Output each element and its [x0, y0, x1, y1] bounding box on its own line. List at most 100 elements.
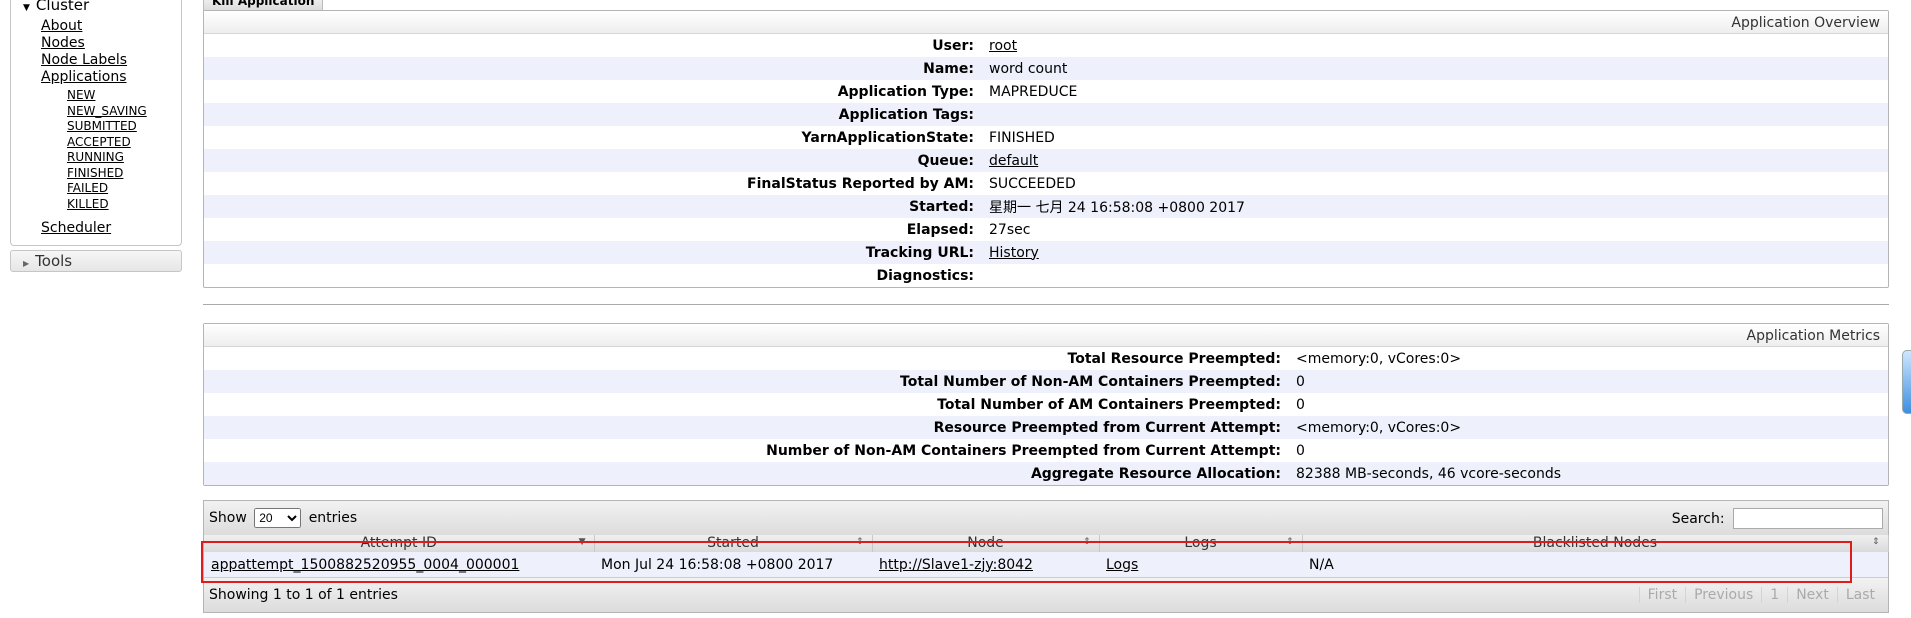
- search-control: Search:: [1671, 507, 1883, 529]
- app-state-finished-link[interactable]: FINISHED: [67, 166, 123, 180]
- attempt-id-link[interactable]: appattempt_1500882520955_0004_000001: [211, 557, 519, 573]
- cluster-label: Cluster: [35, 0, 90, 12]
- next-page-button[interactable]: Next: [1787, 587, 1837, 603]
- metric-value: <memory:0, vCores:0>: [1296, 419, 1462, 436]
- nav-nodes-link[interactable]: Nodes: [41, 35, 85, 51]
- col-blacklisted-label: Blacklisted Nodes: [1532, 535, 1658, 551]
- metrics-row: Total Number of Non-AM Containers Preemp…: [204, 370, 1888, 393]
- queue-link[interactable]: default: [989, 153, 1038, 169]
- table-footer: Showing 1 to 1 of 1 entries First Previou…: [204, 577, 1888, 612]
- nav-node-labels-link[interactable]: Node Labels: [41, 52, 127, 68]
- triangle-down-icon: ▼: [23, 3, 30, 12]
- cluster-menu: About Nodes Node Labels Applications NEW…: [11, 14, 181, 237]
- col-logs[interactable]: Logs ⇕: [1099, 535, 1303, 552]
- pagination: First Previous 1 Next Last: [1638, 587, 1883, 603]
- metric-value: 82388 MB-seconds, 46 vcore-seconds: [1296, 465, 1561, 482]
- application-overview-panel: Application Overview User: root Name: word…: [203, 10, 1889, 288]
- metric-value: 0: [1296, 373, 1305, 390]
- overview-row: Application Type: MAPREDUCE: [204, 80, 1888, 103]
- col-logs-label: Logs: [1184, 535, 1217, 551]
- tracking-url-link[interactable]: History: [989, 245, 1039, 261]
- previous-page-button[interactable]: Previous: [1685, 587, 1762, 603]
- attempts-table-panel: Show 20 entries Search: Attempt ID ▼ Star…: [201, 500, 1889, 613]
- metrics-row: Total Resource Preempted: <memory:0, vCor…: [204, 347, 1888, 370]
- name-value: word count: [989, 60, 1068, 77]
- search-input[interactable]: [1733, 507, 1883, 529]
- metric-value: <memory:0, vCores:0>: [1296, 350, 1462, 367]
- entries-label: entries: [308, 510, 358, 526]
- overview-row: Application Tags:: [204, 103, 1888, 126]
- diagnostics-label: Diagnostics:: [876, 267, 974, 284]
- app-state-submitted-link[interactable]: SUBMITTED: [67, 119, 137, 133]
- app-state-accepted-link[interactable]: ACCEPTED: [67, 135, 131, 149]
- final-status-value: SUCCEEDED: [989, 175, 1076, 192]
- blacklisted-value: N/A: [1309, 556, 1334, 573]
- col-node[interactable]: Node ⇕: [872, 535, 1100, 552]
- elapsed-label: Elapsed:: [906, 221, 974, 238]
- app-state-killed-link[interactable]: KILLED: [67, 197, 109, 211]
- app-type-value: MAPREDUCE: [989, 83, 1078, 100]
- tools-header[interactable]: ▶ Tools: [10, 250, 182, 272]
- overview-row: Elapsed: 27sec: [204, 218, 1888, 241]
- app-tags-label: Application Tags:: [838, 106, 974, 123]
- tools-label: Tools: [35, 252, 73, 270]
- elapsed-value: 27sec: [989, 221, 1031, 238]
- app-state-menu: NEW NEW_SAVING SUBMITTED ACCEPTED RUNNIN…: [67, 88, 181, 212]
- started-label: Started:: [909, 198, 974, 215]
- app-state-new-link[interactable]: NEW: [67, 88, 95, 102]
- yarn-state-label: YarnApplicationState:: [801, 129, 974, 146]
- app-state-running-link[interactable]: RUNNING: [67, 150, 124, 164]
- application-metrics-panel: Application Metrics Total Resource Preem…: [203, 323, 1889, 486]
- sidebar: ▼ Cluster About Nodes Node Labels Applica…: [10, 0, 182, 272]
- col-started[interactable]: Started ⇕: [594, 535, 873, 552]
- page-1-button[interactable]: 1: [1761, 587, 1788, 603]
- col-attempt-id[interactable]: Attempt ID ▼: [204, 535, 595, 552]
- sort-icon: ⇕: [855, 537, 864, 547]
- node-link[interactable]: http://Slave1-zjy:8042: [879, 557, 1033, 573]
- first-page-button[interactable]: First: [1638, 587, 1686, 603]
- scroll-handle[interactable]: [1902, 350, 1911, 414]
- table-header-row: Attempt ID ▼ Started ⇕ Node ⇕ Logs ⇕ Blackli…: [204, 535, 1889, 552]
- cluster-nav: ▼ Cluster About Nodes Node Labels Applica…: [10, 0, 182, 246]
- metrics-title: Application Metrics: [204, 324, 1888, 347]
- started-value: 星期一 七月 24 16:58:08 +0800 2017: [989, 199, 1245, 216]
- last-page-button[interactable]: Last: [1836, 587, 1883, 603]
- nav-scheduler-link[interactable]: Scheduler: [41, 220, 111, 236]
- user-link[interactable]: root: [989, 38, 1017, 54]
- nav-about-link[interactable]: About: [41, 18, 82, 34]
- show-label: Show: [209, 510, 247, 526]
- table-toolbar: Show 20 entries Search:: [204, 501, 1888, 535]
- sort-icon: ⇕: [1285, 537, 1294, 547]
- metric-label: Total Resource Preempted:: [1067, 350, 1281, 367]
- triangle-right-icon: ▶: [23, 259, 30, 268]
- metrics-row: Number of Non-AM Containers Preempted fr…: [204, 439, 1888, 462]
- nav-applications-link[interactable]: Applications: [41, 69, 127, 85]
- metric-label: Aggregate Resource Allocation:: [1030, 465, 1281, 482]
- overview-row: Started: 星期一 七月 24 16:58:08 +0800 2017: [204, 195, 1888, 218]
- metrics-row: Aggregate Resource Allocation: 82388 MB-s…: [204, 462, 1888, 485]
- cluster-header[interactable]: ▼ Cluster: [11, 0, 181, 12]
- table-info: Showing 1 to 1 of 1 entries: [209, 587, 398, 603]
- col-blacklisted-nodes[interactable]: Blacklisted Nodes ⇕: [1302, 535, 1889, 552]
- overview-row: YarnApplicationState: FINISHED: [204, 126, 1888, 149]
- tracking-url-label: Tracking URL:: [865, 244, 974, 261]
- overview-row: Name: word count: [204, 57, 1888, 80]
- diagnostics-value: [982, 264, 1888, 287]
- section-divider: [203, 304, 1889, 305]
- attempts-table: Attempt ID ▼ Started ⇕ Node ⇕ Logs ⇕ Blackli…: [204, 535, 1889, 577]
- logs-link[interactable]: Logs: [1106, 557, 1138, 573]
- sort-desc-icon: ▼: [578, 537, 586, 547]
- app-state-new-saving-link[interactable]: NEW_SAVING: [67, 104, 147, 118]
- overview-row: User: root: [204, 34, 1888, 57]
- queue-label: Queue:: [917, 152, 974, 169]
- overview-row: FinalStatus Reported by AM: SUCCEEDED: [204, 172, 1888, 195]
- yarn-state-value: FINISHED: [989, 129, 1055, 146]
- page-length-control: Show 20 entries: [209, 508, 357, 528]
- search-label: Search:: [1671, 510, 1725, 527]
- user-label: User:: [932, 37, 974, 54]
- app-tags-value: [982, 103, 1888, 126]
- name-label: Name:: [923, 60, 974, 77]
- app-state-failed-link[interactable]: FAILED: [67, 181, 108, 195]
- metrics-row: Resource Preempted from Current Attempt:…: [204, 416, 1888, 439]
- page-size-select[interactable]: 20: [254, 508, 302, 528]
